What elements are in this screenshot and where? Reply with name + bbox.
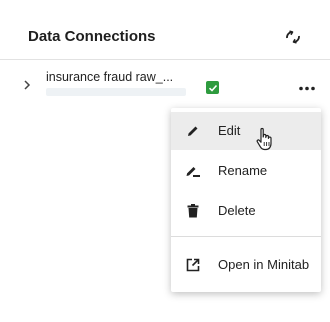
context-menu: Edit Rename Delete Open in Minitab [171, 108, 321, 292]
more-options-button[interactable] [296, 80, 318, 96]
trash-icon [185, 203, 201, 219]
expand-button[interactable] [20, 78, 34, 92]
menu-item-delete[interactable]: Delete [171, 192, 321, 230]
more-horizontal-icon [299, 86, 315, 90]
chevron-right-icon [24, 80, 31, 90]
status-check-icon [206, 81, 219, 94]
connection-detail-placeholder [46, 88, 186, 96]
menu-divider [171, 236, 321, 237]
data-connections-panel: Data Connections insurance fraud raw_... [0, 0, 330, 322]
menu-item-label: Open in Minitab [218, 257, 310, 272]
menu-item-edit[interactable]: Edit [171, 112, 321, 150]
refresh-button[interactable] [282, 26, 304, 48]
connection-name: insurance fraud raw_... [46, 70, 174, 84]
refresh-icon [286, 30, 300, 44]
rename-icon [185, 163, 201, 179]
connection-row[interactable]: insurance fraud raw_... [0, 64, 330, 100]
top-strip [0, 0, 330, 8]
open-external-icon [185, 257, 201, 273]
menu-item-open-in-minitab[interactable]: Open in Minitab [171, 246, 321, 284]
menu-item-label: Delete [218, 203, 256, 218]
menu-item-label: Edit [218, 123, 241, 138]
menu-item-rename[interactable]: Rename [171, 152, 321, 190]
panel-header: Data Connections [0, 8, 330, 60]
pencil-icon [185, 123, 201, 139]
menu-item-label: Rename [218, 163, 268, 178]
panel-title: Data Connections [28, 28, 156, 45]
